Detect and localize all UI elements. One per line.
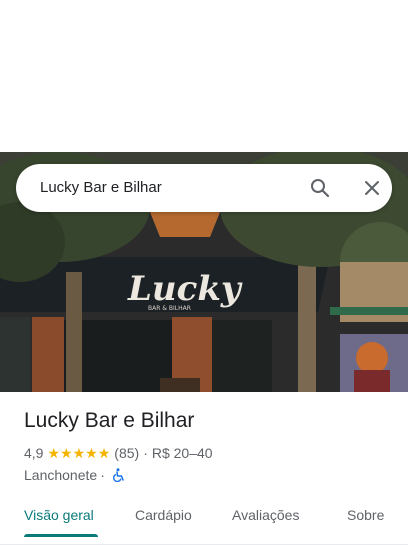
tab-menu[interactable]: Cardápio (135, 506, 192, 524)
sign-subtext: BAR & BILHAR (148, 305, 191, 312)
place-title: Lucky Bar e Bilhar (24, 409, 195, 432)
star-icon: ★ (60, 445, 73, 461)
close-icon[interactable] (360, 176, 384, 200)
tab-active-indicator (24, 534, 98, 537)
tab-overview[interactable]: Visão geral (24, 506, 94, 524)
search-bar[interactable]: Lucky Bar e Bilhar (16, 164, 392, 212)
rating-value: 4,9 (24, 445, 44, 461)
tab-bar: Visão geral Cardápio Avaliações Sobre (0, 496, 408, 545)
search-icon[interactable] (308, 176, 332, 200)
review-count[interactable]: (85) (114, 444, 139, 462)
rating-row[interactable]: 4,9 ★ ★ ★ ★ ★ (85) · R$ 20–40 (24, 444, 408, 462)
star-icon: ★ (85, 445, 98, 461)
tab-reviews[interactable]: Avaliações (232, 506, 299, 524)
search-input[interactable]: Lucky Bar e Bilhar (40, 178, 162, 198)
separator: · (143, 445, 148, 461)
place-info: Lucky Bar e Bilhar 4,9 ★ ★ ★ ★ ★ (85) · … (24, 406, 408, 484)
sign-text: Lucky (127, 269, 243, 309)
star-icon: ★ (47, 445, 61, 461)
category-separator: · (100, 467, 105, 483)
tab-about[interactable]: Sobre (347, 506, 384, 524)
star-icon: ★ (97, 445, 111, 461)
star-rating: ★ ★ ★ ★ ★ (47, 444, 110, 462)
category-label: Lanchonete (24, 467, 98, 483)
wheelchair-icon (112, 468, 126, 482)
star-icon: ★ (72, 445, 86, 461)
price-range: R$ 20–40 (151, 445, 213, 461)
category-row: Lanchonete · (24, 466, 408, 484)
